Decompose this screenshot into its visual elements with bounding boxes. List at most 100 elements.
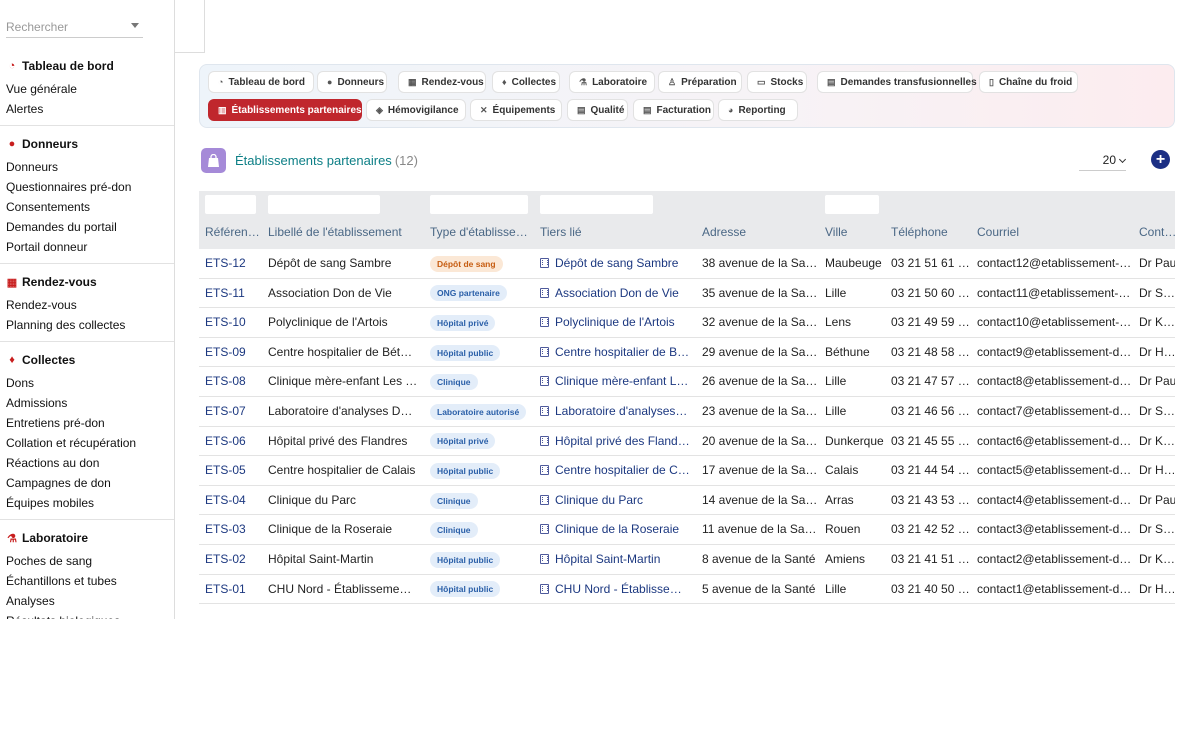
tab-tableau-de-bord[interactable]: ◔ Tableau de bord	[208, 71, 314, 93]
cell-ref[interactable]: ETS-02	[205, 545, 260, 574]
column-header[interactable]: Courriel	[977, 225, 1019, 239]
cell-tiers[interactable]: Centre hospitalier de Béthune	[540, 338, 690, 367]
tab-stocks[interactable]: ▭ Stocks	[747, 71, 807, 93]
table-row[interactable]: ETS-12 Dépôt de sang Sambre Dépôt de sang D…	[199, 249, 1175, 279]
column-filter-input[interactable]	[430, 195, 528, 214]
column-header[interactable]: Type d'établissement	[430, 225, 535, 239]
sidebar-item[interactable]: Alertes	[0, 99, 174, 119]
tab-facturation[interactable]: ▤ Facturation	[633, 99, 714, 121]
sidebar-item[interactable]: Résultats biologiques	[0, 611, 174, 619]
add-button[interactable]: +	[1151, 150, 1170, 169]
table-row[interactable]: ETS-10 Polyclinique de l'Artois Hôpital pr…	[199, 308, 1175, 338]
page-size-select[interactable]: 20	[1079, 149, 1127, 171]
tiers-link[interactable]: Laboratoire d'analyses Delcourt	[555, 404, 690, 418]
sidebar-section-header[interactable]: ⚗ Laboratoire	[0, 528, 174, 548]
tiers-link[interactable]: Dépôt de sang Sambre	[555, 256, 678, 270]
cell-tiers[interactable]: CHU Nord - Établissement de Lille	[540, 575, 690, 604]
tab-reporting[interactable]: ◕ Reporting	[718, 99, 798, 121]
tab-laboratoire[interactable]: ⚗ Laboratoire	[569, 71, 655, 93]
sidebar-item[interactable]: Collation et récupération	[0, 433, 174, 453]
cell-ref[interactable]: ETS-05	[205, 456, 260, 485]
tiers-link[interactable]: Clinique du Parc	[555, 493, 643, 507]
sidebar-item[interactable]: Planning des collectes	[0, 315, 174, 335]
sidebar-item[interactable]: Entretiens pré-don	[0, 413, 174, 433]
tab-donneurs[interactable]: ● Donneurs	[317, 71, 387, 93]
tab-preparation[interactable]: ♙ Préparation	[658, 71, 742, 93]
sidebar-item[interactable]: Échantillons et tubes	[0, 571, 174, 591]
sidebar-item[interactable]: Équipes mobiles	[0, 493, 174, 513]
tab-qualite[interactable]: ▤ Qualité	[567, 99, 628, 121]
cell-ref[interactable]: ETS-07	[205, 397, 260, 426]
table-row[interactable]: ETS-09 Centre hospitalier de Béthune Hôpit…	[199, 338, 1175, 368]
tab-collectes[interactable]: ♦ Collectes	[492, 71, 560, 93]
cell-ref[interactable]: ETS-09	[205, 338, 260, 367]
tiers-link[interactable]: Hôpital Saint-Martin	[555, 552, 660, 566]
tiers-link[interactable]: Association Don de Vie	[555, 286, 679, 300]
table-row[interactable]: ETS-01 CHU Nord - Établissement de Lille H…	[199, 575, 1175, 605]
sidebar-item[interactable]: Poches de sang	[0, 551, 174, 571]
cell-tiers[interactable]: Clinique du Parc	[540, 486, 690, 515]
cell-tiers[interactable]: Clinique mère-enfant Les Tilleuls	[540, 367, 690, 396]
column-header[interactable]: Contact	[1139, 225, 1175, 239]
sidebar-item[interactable]: Dons	[0, 373, 174, 393]
column-header[interactable]: Ville	[825, 225, 847, 239]
column-header[interactable]: Adresse	[702, 225, 746, 239]
cell-tiers[interactable]: Clinique de la Roseraie	[540, 515, 690, 544]
cell-tiers[interactable]: Polyclinique de l'Artois	[540, 308, 690, 337]
cell-tiers[interactable]: Laboratoire d'analyses Delcourt	[540, 397, 690, 426]
column-filter-input[interactable]	[825, 195, 879, 214]
table-row[interactable]: ETS-08 Clinique mère-enfant Les Tilleuls C…	[199, 367, 1175, 397]
sidebar-section-header[interactable]: ♦ Collectes	[0, 350, 174, 370]
cell-tiers[interactable]: Association Don de Vie	[540, 279, 690, 308]
column-filter-input[interactable]	[540, 195, 653, 214]
table-row[interactable]: ETS-03 Clinique de la Roseraie Clinique Cli…	[199, 515, 1175, 545]
cell-ref[interactable]: ETS-01	[205, 575, 260, 604]
table-row[interactable]: ETS-11 Association Don de Vie ONG partenai…	[199, 279, 1175, 309]
sidebar-item[interactable]: Demandes du portail	[0, 217, 174, 237]
sidebar-item[interactable]: Analyses	[0, 591, 174, 611]
cell-ref[interactable]: ETS-06	[205, 427, 260, 456]
sidebar-item[interactable]: Questionnaires pré-don	[0, 177, 174, 197]
column-header[interactable]: Libellé de l'établissement	[268, 225, 402, 239]
chevron-down-icon[interactable]	[131, 23, 139, 28]
tiers-link[interactable]: Clinique mère-enfant Les Tilleuls	[555, 374, 690, 388]
tiers-link[interactable]: CHU Nord - Établissement de Lille	[555, 582, 690, 596]
tiers-link[interactable]: Polyclinique de l'Artois	[555, 315, 675, 329]
sidebar-item[interactable]: Portail donneur	[0, 237, 174, 257]
tiers-link[interactable]: Hôpital privé des Flandres	[555, 434, 690, 448]
tab-equipements[interactable]: ✕ Équipements	[470, 99, 562, 121]
tab-rendez-vous[interactable]: ▦ Rendez-vous	[398, 71, 486, 93]
table-row[interactable]: ETS-05 Centre hospitalier de Calais Hôpita…	[199, 456, 1175, 486]
tab-etablissements-partenaires[interactable]: ▥ Établissements partenaires	[208, 99, 362, 121]
cell-ref[interactable]: ETS-03	[205, 515, 260, 544]
column-header[interactable]: Tiers lié	[540, 225, 582, 239]
table-row[interactable]: ETS-06 Hôpital privé des Flandres Hôpital …	[199, 427, 1175, 457]
table-row[interactable]: ETS-07 Laboratoire d'analyses Delcourt Lab…	[199, 397, 1175, 427]
tab-demandes-transfusionnelles[interactable]: ▤ Demandes transfusionnelles	[817, 71, 977, 93]
search-input[interactable]	[6, 17, 126, 37]
sidebar-item[interactable]: Vue générale	[0, 79, 174, 99]
sidebar-item[interactable]: Admissions	[0, 393, 174, 413]
column-header[interactable]: Téléphone	[891, 225, 948, 239]
table-row[interactable]: ETS-04 Clinique du Parc Clinique Clinique d…	[199, 486, 1175, 516]
sidebar-item[interactable]: Rendez-vous	[0, 295, 174, 315]
tab-chaine-du-froid[interactable]: ▯ Chaîne du froid	[979, 71, 1078, 93]
cell-ref[interactable]: ETS-04	[205, 486, 260, 515]
sidebar-item[interactable]: Campagnes de don	[0, 473, 174, 493]
tiers-link[interactable]: Clinique de la Roseraie	[555, 522, 679, 536]
cell-ref[interactable]: ETS-08	[205, 367, 260, 396]
cell-tiers[interactable]: Dépôt de sang Sambre	[540, 249, 690, 278]
tiers-link[interactable]: Centre hospitalier de Calais	[555, 463, 690, 477]
sidebar-section-header[interactable]: ◔ Tableau de bord	[0, 56, 174, 76]
column-filter-input[interactable]	[268, 195, 380, 214]
cell-tiers[interactable]: Hôpital privé des Flandres	[540, 427, 690, 456]
cell-tiers[interactable]: Hôpital Saint-Martin	[540, 545, 690, 574]
column-filter-input[interactable]	[205, 195, 256, 214]
cell-ref[interactable]: ETS-12	[205, 249, 260, 278]
cell-ref[interactable]: ETS-10	[205, 308, 260, 337]
column-header[interactable]: Référence	[205, 225, 260, 239]
sidebar-item[interactable]: Donneurs	[0, 157, 174, 177]
sidebar-item[interactable]: Consentements	[0, 197, 174, 217]
search-field[interactable]	[6, 17, 143, 38]
tab-hemovigilance[interactable]: ◈ Hémovigilance	[366, 99, 466, 121]
